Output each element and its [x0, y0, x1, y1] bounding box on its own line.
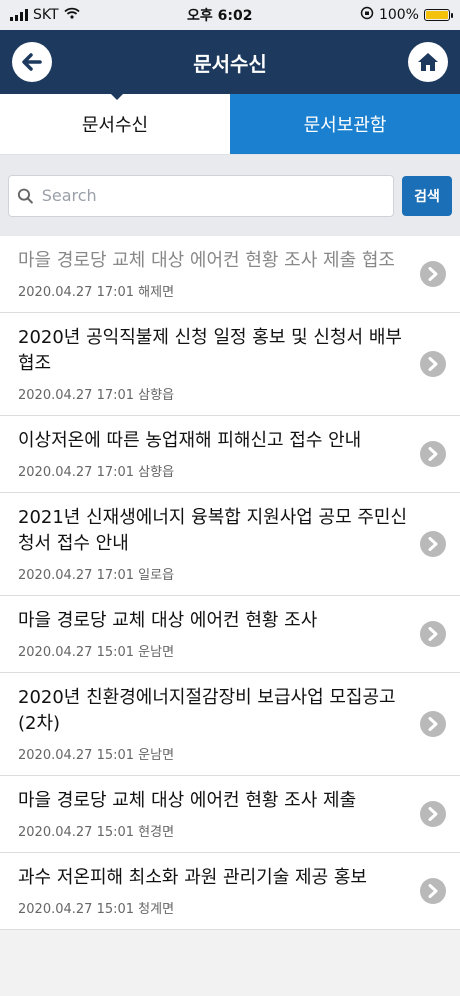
wifi-icon [63, 7, 80, 23]
item-title: 마을 경로당 교체 대상 에어컨 현황 조사 제출 협조 [18, 250, 395, 271]
list-item[interactable]: 과수 저온피해 최소화 과원 관리기술 제공 홍보 2020.04.27 15:… [0, 853, 460, 930]
item-date: 2020.04.27 17:01 [18, 568, 135, 583]
tab-document-inbox[interactable]: 문서수신 [0, 94, 230, 154]
item-body: 2020년 친환경에너지절감장비 보급사업 모집공고 (2차) 2020.04.… [18, 685, 420, 763]
chevron-right-icon [420, 531, 446, 557]
home-icon [418, 53, 438, 71]
search-bar: 검색 [0, 154, 460, 236]
item-body: 마을 경로당 교체 대상 에어컨 현황 조사 2020.04.27 15:01 … [18, 608, 420, 660]
status-right: 100% [360, 6, 453, 24]
page-title: 문서수신 [193, 51, 267, 76]
item-dept: 현경면 [138, 825, 175, 840]
search-icon [17, 188, 33, 204]
item-date: 2020.04.27 15:01 [18, 825, 135, 840]
item-title: 마을 경로당 교체 대상 에어컨 현황 조사 [18, 610, 318, 631]
carrier-label: SKT [33, 7, 59, 23]
home-button[interactable] [408, 42, 448, 82]
search-field[interactable] [8, 174, 394, 217]
item-body: 마을 경로당 교체 대상 에어컨 현황 조사 제출 2020.04.27 15:… [18, 788, 420, 840]
item-title: 2020년 공익직불제 신청 일정 홍보 및 신청서 배부 협조 [18, 327, 402, 374]
search-input[interactable] [39, 185, 385, 206]
battery-percent: 100% [378, 7, 419, 23]
item-body: 마을 경로당 교체 대상 에어컨 현황 조사 제출 협조 2020.04.27 … [18, 248, 420, 300]
item-dept: 해제면 [138, 285, 175, 300]
chevron-right-icon [420, 261, 446, 287]
item-dept: 운남면 [138, 645, 175, 660]
tab-bar: 문서수신 문서보관함 [0, 93, 460, 154]
item-body: 2020년 공익직불제 신청 일정 홍보 및 신청서 배부 협조 2020.04… [18, 325, 420, 403]
item-meta: 2020.04.27 17:01 삼향읍 [18, 461, 410, 480]
active-tab-indicator [110, 93, 124, 100]
item-date: 2020.04.27 15:01 [18, 902, 135, 917]
chevron-right-icon [420, 351, 446, 377]
list-item[interactable]: 2021년 신재생에너지 융복합 지원사업 공모 주민신청서 접수 안내 202… [0, 493, 460, 596]
chevron-right-icon [420, 711, 446, 737]
list-item[interactable]: 마을 경로당 교체 대상 에어컨 현황 조사 2020.04.27 15:01 … [0, 596, 460, 673]
item-date: 2020.04.27 17:01 [18, 465, 135, 480]
item-title: 과수 저온피해 최소화 과원 관리기술 제공 홍보 [18, 867, 367, 888]
item-dept: 삼향읍 [138, 465, 175, 480]
item-dept: 운남면 [138, 748, 175, 763]
item-title: 2020년 친환경에너지절감장비 보급사업 모집공고 (2차) [18, 687, 396, 734]
list-item[interactable]: 2020년 친환경에너지절감장비 보급사업 모집공고 (2차) 2020.04.… [0, 673, 460, 776]
chevron-right-icon [420, 441, 446, 467]
item-body: 과수 저온피해 최소화 과원 관리기술 제공 홍보 2020.04.27 15:… [18, 865, 420, 917]
signal-icon [10, 9, 28, 21]
tab-document-archive[interactable]: 문서보관함 [230, 94, 460, 154]
item-body: 이상저온에 따른 농업재해 피해신고 접수 안내 2020.04.27 17:0… [18, 428, 420, 480]
item-meta: 2020.04.27 17:01 일로읍 [18, 564, 410, 583]
list-item[interactable]: 2020년 공익직불제 신청 일정 홍보 및 신청서 배부 협조 2020.04… [0, 313, 460, 416]
list-item[interactable]: 마을 경로당 교체 대상 에어컨 현황 조사 제출 2020.04.27 15:… [0, 776, 460, 853]
status-bar: SKT 오후 6:02 100% [0, 0, 460, 30]
list-item[interactable]: 이상저온에 따른 농업재해 피해신고 접수 안내 2020.04.27 17:0… [0, 416, 460, 493]
item-dept: 일로읍 [138, 568, 175, 583]
item-title: 이상저온에 따른 농업재해 피해신고 접수 안내 [18, 430, 362, 451]
item-meta: 2020.04.27 15:01 청계면 [18, 898, 410, 917]
status-time: 오후 6:02 [187, 8, 253, 24]
item-title: 2021년 신재생에너지 융복합 지원사업 공모 주민신청서 접수 안내 [18, 507, 408, 554]
item-meta: 2020.04.27 17:01 해제면 [18, 281, 410, 300]
list-item[interactable]: 마을 경로당 교체 대상 에어컨 현황 조사 제출 협조 2020.04.27 … [0, 236, 460, 313]
item-date: 2020.04.27 17:01 [18, 388, 135, 403]
item-body: 2021년 신재생에너지 융복합 지원사업 공모 주민신청서 접수 안내 202… [18, 505, 420, 583]
chevron-right-icon [420, 621, 446, 647]
item-meta: 2020.04.27 15:01 운남면 [18, 744, 410, 763]
battery-icon [423, 9, 453, 21]
app-header: 문서수신 [0, 30, 460, 94]
item-title: 마을 경로당 교체 대상 에어컨 현황 조사 제출 [18, 790, 357, 811]
item-date: 2020.04.27 15:01 [18, 748, 135, 763]
back-button[interactable] [12, 42, 52, 82]
search-button[interactable]: 검색 [402, 175, 452, 216]
document-list: 마을 경로당 교체 대상 에어컨 현황 조사 제출 협조 2020.04.27 … [0, 236, 460, 930]
item-meta: 2020.04.27 15:01 운남면 [18, 641, 410, 660]
item-meta: 2020.04.27 15:01 현경면 [18, 821, 410, 840]
status-left: SKT [10, 7, 80, 23]
item-date: 2020.04.27 15:01 [18, 645, 135, 660]
item-dept: 청계면 [138, 902, 175, 917]
chevron-right-icon [420, 801, 446, 827]
chevron-right-icon [420, 878, 446, 904]
item-meta: 2020.04.27 17:01 삼향읍 [18, 384, 410, 403]
back-arrow-icon [22, 53, 42, 71]
orientation-lock-icon [360, 6, 374, 24]
item-dept: 삼향읍 [138, 388, 175, 403]
item-date: 2020.04.27 17:01 [18, 285, 135, 300]
